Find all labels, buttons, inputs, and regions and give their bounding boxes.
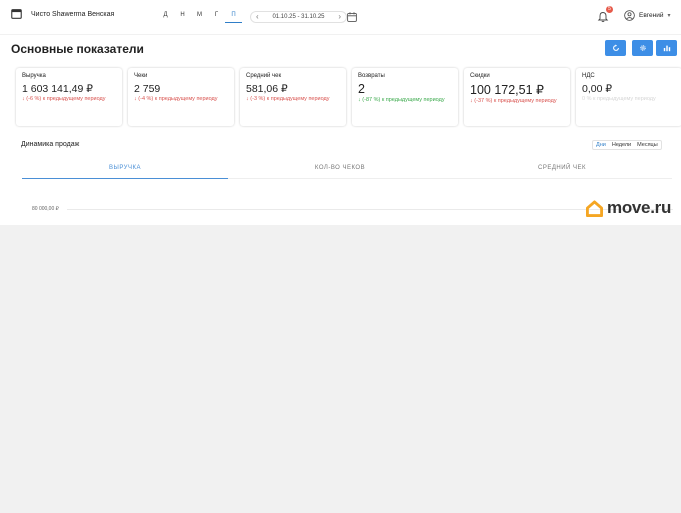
tab-revenue[interactable]: ВЫРУЧКА	[22, 162, 228, 179]
kpi-value: 2 759	[134, 83, 161, 95]
granularity-weeks[interactable]: Недели	[609, 141, 634, 149]
kpi-label: Возвраты	[358, 73, 385, 79]
kpi-label: НДС	[582, 73, 595, 79]
period-week[interactable]: Н	[174, 12, 191, 23]
kpi-label: Выручка	[22, 73, 46, 79]
tab-average-check[interactable]: СРЕДНИЙ ЧЕК	[452, 162, 672, 179]
kpi-card-discounts[interactable]: Скидки 100 172,51 ₽ ↓ (-37 %) к предыдущ…	[464, 68, 570, 126]
store-selector[interactable]: Чисто Shawerma Венская	[11, 9, 114, 19]
kpi-change: ↓ (-87 %) к предыдущему периоду	[358, 97, 445, 103]
tab-check-count[interactable]: КОЛ-ВО ЧЕКОВ	[228, 162, 452, 179]
store-icon	[11, 9, 22, 19]
bell-icon[interactable]	[597, 11, 609, 23]
chevron-down-icon: ▾	[667, 13, 671, 19]
user-avatar-icon	[624, 10, 635, 21]
watermark: move.ru	[585, 198, 671, 218]
granularity-months[interactable]: Месяцы	[634, 141, 661, 149]
watermark-text: move.ru	[607, 198, 672, 217]
chart-tabs: ВЫРУЧКА КОЛ-ВО ЧЕКОВ СРЕДНИЙ ЧЕК	[22, 162, 672, 179]
user-menu[interactable]: Евгений ▾	[624, 10, 671, 21]
period-day[interactable]: Д	[157, 12, 174, 23]
page-title: Основные показатели	[11, 42, 144, 56]
main-content: Основные показатели Выручка 1 603 141,49…	[0, 35, 681, 225]
notification-badge: 5	[606, 6, 613, 13]
kpi-card-checks[interactable]: Чеки 2 759 ↓ (-4 %) к предыдущему период…	[128, 68, 234, 126]
settings-button[interactable]	[632, 40, 653, 56]
y-axis-tick-label: 80 000,00 ₽	[32, 206, 59, 212]
kpi-value: 1 603 141,49 ₽	[22, 83, 93, 95]
kpi-card-average-check[interactable]: Средний чек 581,06 ₽ ↓ (-3 %) к предыдущ…	[240, 68, 346, 126]
date-range-text[interactable]: 01.10.25 - 31.10.25	[272, 14, 324, 20]
kpi-card-vat[interactable]: НДС 0,00 ₽ 0 % к предыдущему периоду	[576, 68, 681, 126]
sales-dynamics-title: Динамика продаж	[21, 141, 80, 148]
store-name: Чисто Shawerma Венская	[31, 10, 115, 18]
kpi-change: 0 % к предыдущему периоду	[582, 96, 656, 102]
gear-icon	[639, 45, 646, 51]
kpi-value: 100 172,51 ₽	[470, 83, 544, 97]
refresh-button[interactable]	[605, 40, 626, 56]
analytics-button[interactable]	[656, 40, 677, 56]
kpi-value: 0,00 ₽	[582, 83, 613, 95]
prev-period-button[interactable]: ‹	[256, 13, 259, 21]
user-name: Евгений	[639, 12, 664, 19]
granularity-days[interactable]: Дни	[593, 141, 609, 149]
period-tabs: Д Н М Г П	[157, 12, 242, 23]
period-custom[interactable]: П	[225, 12, 242, 23]
kpi-card-revenue[interactable]: Выручка 1 603 141,49 ₽ ↓ (-6 %) к предыд…	[16, 68, 122, 126]
kpi-change: ↓ (-3 %) к предыдущему периоду	[246, 96, 330, 102]
kpi-label: Скидки	[470, 73, 490, 79]
period-year[interactable]: Г	[208, 12, 225, 23]
kpi-change: ↓ (-37 %) к предыдущему периоду	[470, 98, 557, 104]
kpi-value: 581,06 ₽	[246, 83, 288, 95]
kpi-change: ↓ (-6 %) к предыдущему периоду	[22, 96, 106, 102]
refresh-icon	[612, 44, 619, 51]
kpi-label: Чеки	[134, 73, 148, 79]
kpi-change: ↓ (-4 %) к предыдущему периоду	[134, 96, 218, 102]
next-period-button[interactable]: ›	[338, 13, 341, 21]
chart-gridline	[67, 209, 673, 210]
kpi-label: Средний чек	[246, 73, 282, 79]
date-range-picker: ‹ 01.10.25 - 31.10.25 ›	[250, 11, 347, 23]
bar-chart-icon	[663, 45, 670, 52]
calendar-icon[interactable]	[347, 12, 357, 22]
period-month[interactable]: М	[191, 12, 208, 23]
kpi-value: 2	[358, 82, 365, 96]
house-logo-icon	[586, 199, 603, 217]
granularity-toggle: Дни Недели Месяцы	[592, 140, 662, 150]
top-bar: Чисто Shawerma Венская Д Н М Г П ‹ 01.10…	[0, 0, 681, 34]
kpi-card-returns[interactable]: Возвраты 2 ↓ (-87 %) к предыдущему перио…	[352, 68, 458, 126]
